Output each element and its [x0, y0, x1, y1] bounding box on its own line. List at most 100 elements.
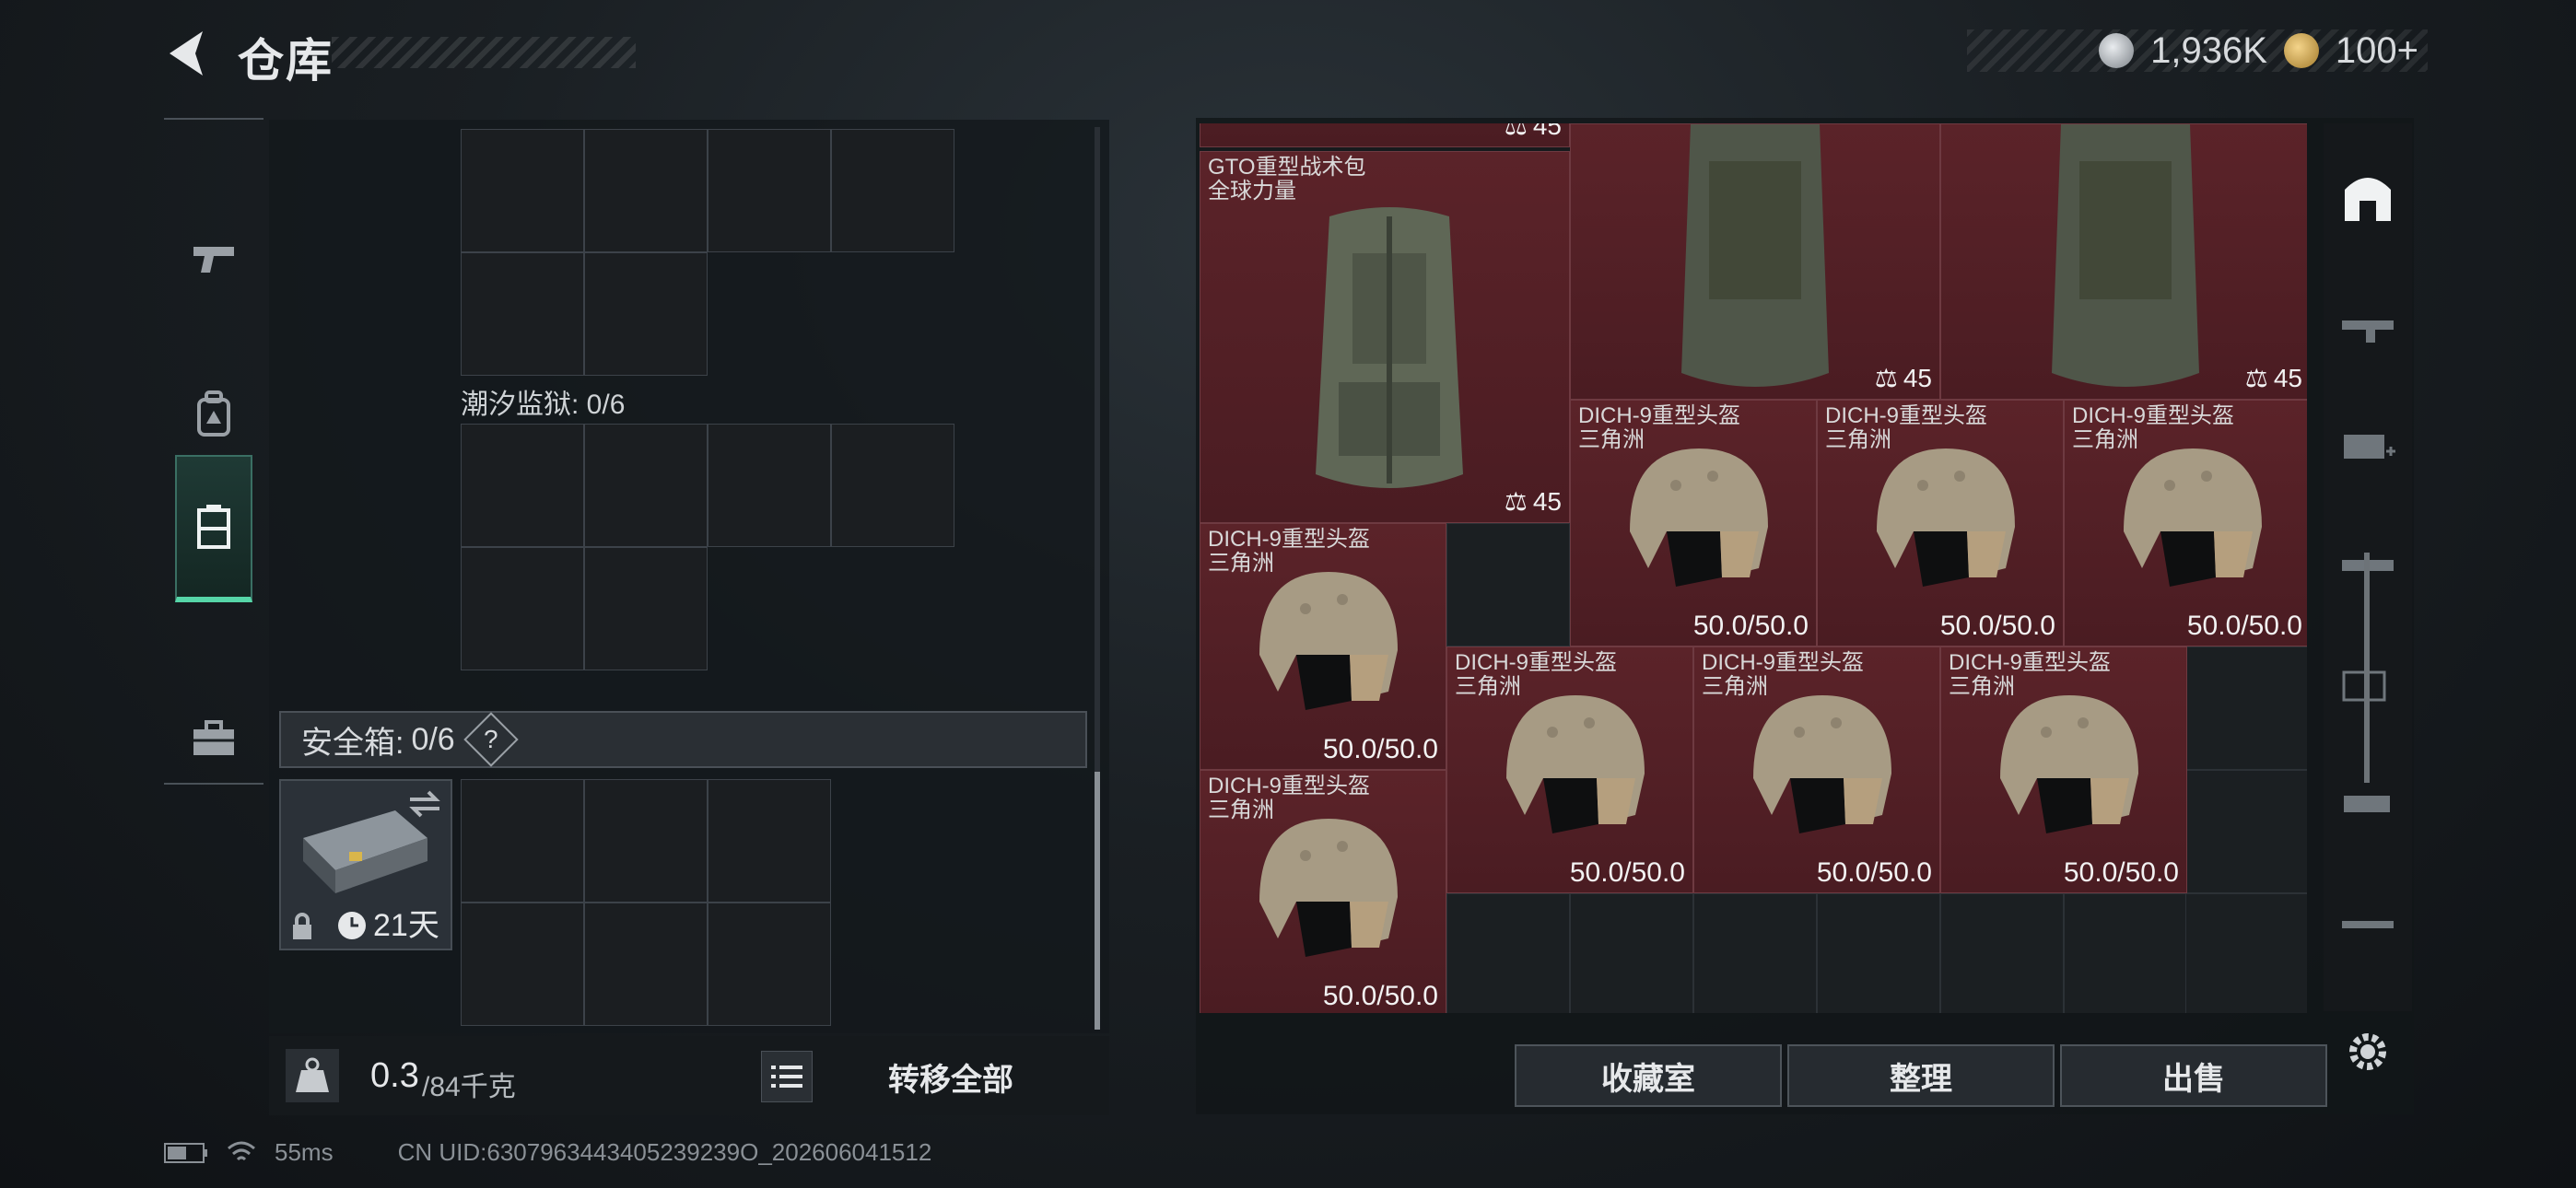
grid-slot[interactable] [584, 903, 708, 1026]
locker-icon [197, 505, 230, 549]
item-backpack[interactable]: GTO重型战术包 全球力量 ⚖ 45 [1200, 151, 1570, 523]
right-scrollbar[interactable] [2364, 553, 2370, 783]
item-backpack[interactable]: ⚖ 45 [1940, 123, 2307, 400]
grid-slot[interactable] [708, 779, 831, 903]
silver-coin-icon [2099, 33, 2135, 68]
list-view-button[interactable] [761, 1051, 813, 1102]
weight-bar: 0.3 /84千克 转移全部 [269, 1036, 1109, 1115]
settings-button[interactable] [2342, 1026, 2394, 1077]
battery-icon [164, 1142, 207, 1163]
transfer-all-button[interactable]: 转移全部 [822, 1049, 1080, 1104]
rail-item-tier3[interactable] [2333, 280, 2403, 372]
grid-slot[interactable] [2185, 646, 2307, 770]
grid-slot[interactable] [831, 424, 954, 547]
safe-box-grid [461, 779, 831, 1026]
item-weight: ⚖ 45 [1874, 363, 1932, 393]
grid-slot[interactable] [461, 547, 584, 670]
briefcase-icon [193, 720, 234, 755]
category-sidebar [164, 118, 263, 785]
grid-slot[interactable] [1570, 893, 1693, 1013]
grid-slot[interactable] [584, 779, 708, 903]
rifle-icon [2342, 320, 2394, 343]
tide-prison-label: 潮汐监狱: 0/6 [461, 390, 626, 420]
rail-item-tier4-misc[interactable] [2333, 879, 2403, 971]
sidebar-item-toolbox[interactable] [175, 665, 252, 812]
grid-slot[interactable] [708, 129, 831, 252]
grid-slot[interactable] [708, 903, 831, 1026]
collection-room-button[interactable]: 收藏室 [1515, 1044, 1782, 1107]
gear-icon [2349, 1033, 2386, 1070]
item-durability: 50.0/50.0 [1692, 611, 1809, 641]
item-helmet[interactable]: DICH-9重型头盔 三角洲 50.0/50.0 [2064, 400, 2307, 646]
case-days: 21天 [373, 908, 439, 943]
silver-amount: 1,936K [2150, 29, 2267, 71]
rail-item-tier4-medical[interactable] [2333, 400, 2403, 492]
tide-prison-grid [461, 424, 954, 670]
ping-text: 55ms [275, 1138, 334, 1166]
item-helmet[interactable]: DICH-9重型头盔 三角洲 50.0/50.0 [1570, 400, 1817, 646]
sell-button[interactable]: 出售 [2060, 1044, 2327, 1107]
title-decoration [332, 37, 636, 68]
item-helmet[interactable]: DICH-9重型头盔 三角洲 50.0/50.0 [1446, 646, 1693, 893]
safe-case-slot[interactable]: 21天 [279, 779, 452, 950]
grid-slot[interactable] [1693, 893, 1817, 1013]
backpack-image [1681, 124, 1829, 387]
item-helmet[interactable]: DICH-9重型头盔 三角洲 50.0/50.0 [1940, 646, 2187, 893]
item-weight: ⚖ 45 [1505, 123, 1562, 141]
item-durability: 50.0/50.0 [2063, 857, 2179, 888]
sidebar-item-weapons[interactable] [175, 184, 252, 332]
item-helmet[interactable]: DICH-9重型头盔 三角洲 50.0/50.0 [1200, 523, 1446, 770]
ammo-icon [2344, 796, 2390, 812]
item-backpack-partial[interactable]: ⚖ 45 [1200, 123, 1570, 147]
status-bar: 55ms CN UID:6307963443405239239O_2026060… [164, 1138, 931, 1167]
safe-box-label: 安全箱: [301, 725, 404, 761]
swap-icon[interactable] [406, 788, 443, 820]
grid-slot[interactable] [584, 129, 708, 252]
item-weight: ⚖ 45 [1504, 486, 1562, 517]
backpack-icon [197, 390, 230, 437]
medkit-icon [2344, 435, 2395, 459]
item-helmet[interactable]: DICH-9重型头盔 三角洲 50.0/50.0 [1200, 770, 1446, 1013]
currency-bar: 1,936K 100+ [1967, 29, 2428, 72]
grid-slot[interactable] [461, 252, 584, 376]
grid-slot[interactable] [1446, 893, 1570, 1013]
weight-icon: ⚖ [2244, 364, 2268, 392]
pistol-icon [193, 247, 234, 273]
weight-max: /84千克 [422, 1072, 516, 1102]
grid-slot[interactable] [2064, 893, 2187, 1013]
rifle-icon [2342, 921, 2394, 928]
sidebar-item-storage[interactable] [175, 455, 252, 602]
item-helmet[interactable]: DICH-9重型头盔 三角洲 50.0/50.0 [1693, 646, 1940, 893]
item-helmet[interactable]: DICH-9重型头盔 三角洲 50.0/50.0 [1817, 400, 2064, 646]
grid-slot[interactable] [708, 424, 831, 547]
grid-slot[interactable] [461, 424, 584, 547]
item-durability: 50.0/50.0 [1939, 611, 2055, 641]
grid-slot[interactable] [584, 252, 708, 376]
grid-slot[interactable] [461, 903, 584, 1026]
helmet-image [2124, 448, 2262, 587]
item-backpack[interactable]: ⚖ 45 [1570, 123, 1940, 400]
grid-slot[interactable] [584, 424, 708, 547]
item-durability: 50.0/50.0 [1569, 857, 1685, 888]
item-durability: 50.0/50.0 [1816, 857, 1932, 888]
back-button[interactable] [164, 28, 210, 79]
help-icon[interactable]: ? [463, 712, 519, 767]
item-name: GTO重型战术包 全球力量 [1208, 155, 1366, 204]
grid-slot[interactable] [831, 129, 954, 252]
grid-slot[interactable] [461, 779, 584, 903]
grid-slot[interactable] [2185, 770, 2307, 893]
back-arrow-icon [170, 31, 203, 76]
organize-button[interactable]: 整理 [1787, 1044, 2055, 1107]
grid-slot[interactable] [1817, 893, 1940, 1013]
grid-slot[interactable] [1446, 523, 1570, 646]
grid-slot[interactable] [1940, 893, 2064, 1013]
grid-slot[interactable] [584, 547, 708, 670]
left-scrollbar[interactable] [1095, 127, 1100, 1030]
helmet-image [1259, 572, 1398, 710]
storage-grid: ⚖ 45 GTO重型战术包 全球力量 ⚖ 45 ⚖ 45 ⚖ 45 DICH-9重型头盔三… [1200, 123, 2307, 1013]
rail-item-all[interactable] [2333, 151, 2403, 243]
weight-value: 0.3 [370, 1056, 419, 1095]
weight-icon: ⚖ [1504, 123, 1528, 140]
grid-slot[interactable] [2185, 893, 2307, 1013]
grid-slot[interactable] [461, 129, 584, 252]
